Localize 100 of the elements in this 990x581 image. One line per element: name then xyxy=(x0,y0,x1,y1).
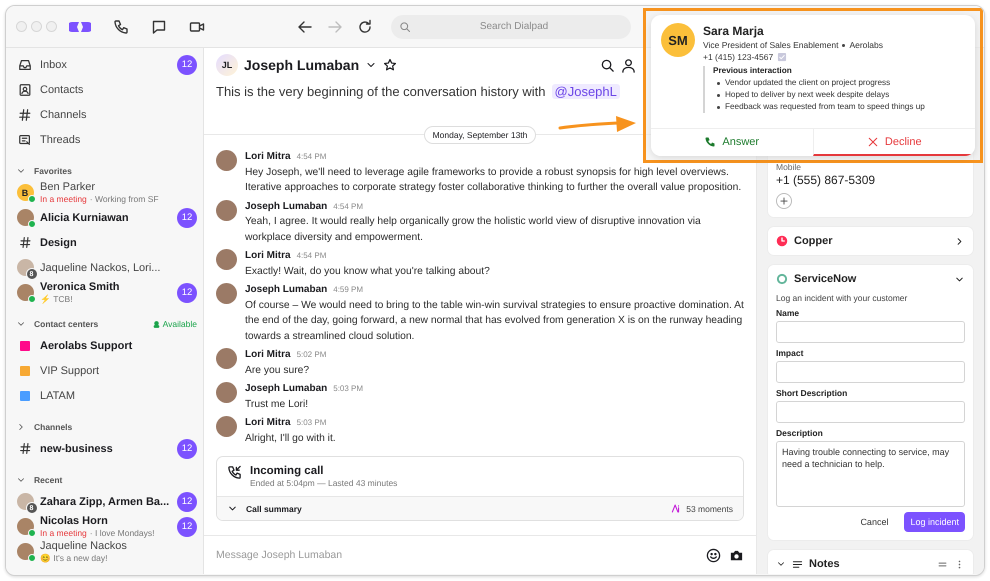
nav-item[interactable]: Inbox xyxy=(40,58,171,70)
person-icon[interactable] xyxy=(621,58,636,72)
search-field[interactable]: Search Dialpad xyxy=(391,14,631,38)
message-text: Exactly! Wait, do you know what you're talking about? xyxy=(245,264,490,278)
conversation-name[interactable]: Zahara Zipp, Armen Ba... xyxy=(40,496,171,508)
emoji-icon[interactable] xyxy=(706,548,721,562)
caller-phone: +1 (415) 123-4567 xyxy=(703,52,774,62)
log-incident-button[interactable]: Log incident xyxy=(904,512,965,532)
verified-icon xyxy=(777,52,788,62)
call-title: Incoming call xyxy=(250,465,324,477)
field-label: Mobile xyxy=(776,162,802,172)
field-label: Short Description xyxy=(776,388,848,398)
conversation-name[interactable]: LATAM xyxy=(40,390,197,402)
conversation-name[interactable]: Jaqueline Nackos, Lori... xyxy=(40,262,197,274)
field-label: Impact xyxy=(776,348,804,358)
threads-icon xyxy=(18,132,32,146)
nav-item[interactable]: Threads xyxy=(40,134,197,146)
author-name: Joseph Lumaban xyxy=(245,284,328,295)
avatar-photo xyxy=(216,249,237,270)
search-icon xyxy=(399,20,411,32)
section-header[interactable]: Recent xyxy=(34,475,197,485)
notes-icon xyxy=(792,558,803,570)
decline-button[interactable]: Decline xyxy=(812,129,975,156)
nav-item[interactable]: Channels xyxy=(40,108,197,120)
unread-count-badge: 12 xyxy=(177,208,197,228)
add-button[interactable] xyxy=(776,193,792,209)
section-header[interactable]: Favorites xyxy=(34,166,197,176)
unread-count-badge: 12 xyxy=(177,282,197,302)
conversation-name[interactable]: Veronica Smith xyxy=(40,280,171,292)
conversation-name[interactable]: Jaqueline Nackos xyxy=(40,540,197,552)
unread-count-badge: 12 xyxy=(177,438,197,458)
hash-icon xyxy=(18,236,32,249)
bullet-dot xyxy=(717,94,720,96)
contacts-icon xyxy=(18,82,32,96)
message-time: 4:54 PM xyxy=(296,251,326,260)
message-text: Hey Joseph, we'll need to leverage agile frameworks to provide a robust synopsis for high level overviews. Iterative approaches to corporate strategy foster collaborative thinking to further the overall value proposition. xyxy=(245,166,742,195)
summary-item: Hoped to deliver by next week despite delays xyxy=(725,89,890,101)
reload-icon[interactable] xyxy=(357,18,373,34)
description-field[interactable]: Having trouble connecting to service, may need a technician to help. xyxy=(776,441,965,507)
separator-dot xyxy=(842,44,846,46)
message-text: Are you sure? xyxy=(245,364,310,378)
input-field[interactable] xyxy=(776,321,965,343)
close-icon xyxy=(866,136,879,148)
contact-avatar: JL xyxy=(216,54,238,76)
author-name: Lori Mitra xyxy=(245,151,291,162)
author-name: Lori Mitra xyxy=(245,417,291,428)
message-time: 5:03 PM xyxy=(333,384,364,393)
agent-icon xyxy=(152,320,161,328)
caller-avatar: SM xyxy=(661,23,695,57)
bullet-dot xyxy=(717,82,720,84)
plus-icon xyxy=(779,196,789,206)
input-field[interactable] xyxy=(776,361,965,383)
answer-button[interactable]: Answer xyxy=(651,129,812,156)
summary-item: Feedback was requested from team to speed things up xyxy=(725,101,925,113)
conversation-name[interactable]: VIP Support xyxy=(40,364,197,376)
avatar-photo xyxy=(216,382,237,403)
presence-status: In a meeting xyxy=(40,526,87,538)
star-icon[interactable] xyxy=(383,58,398,72)
cancel-button[interactable]: Cancel xyxy=(856,513,892,531)
unread-count-badge: 12 xyxy=(177,54,197,74)
copper-logo-icon xyxy=(776,235,788,247)
section-header[interactable]: Channels xyxy=(34,422,197,432)
status-note: ⚡ TCB! xyxy=(40,292,73,304)
message-time: 4:59 PM xyxy=(333,285,364,294)
phone-icon[interactable] xyxy=(113,18,129,34)
avatar-photo xyxy=(216,200,237,220)
summary-item: Vendor updated the client on project progress xyxy=(725,77,890,89)
section-header[interactable]: Contact centers xyxy=(34,319,144,329)
message-time: 5:02 PM xyxy=(296,350,326,359)
caller-name: Sara Marja xyxy=(703,24,765,38)
back-arrow-icon[interactable] xyxy=(297,18,313,34)
call-summary-toggle[interactable]: Call summary xyxy=(246,504,664,514)
search-icon[interactable] xyxy=(600,58,615,72)
notes-title[interactable]: Notes xyxy=(809,558,931,570)
author-name: Joseph Lumaban xyxy=(245,200,328,212)
servicenow-logo-icon xyxy=(776,273,788,285)
message-time: 5:03 PM xyxy=(296,418,326,427)
field-label: Name xyxy=(776,308,800,318)
avatar-photo xyxy=(216,416,237,437)
integration-title[interactable]: Copper xyxy=(794,235,948,247)
conversation-name[interactable]: Nicolas Horn xyxy=(40,514,171,526)
conversation-name[interactable]: Ben Parker xyxy=(40,180,197,192)
hash-icon xyxy=(18,442,32,455)
status-note: · Working from SF xyxy=(90,192,159,204)
conversation-name[interactable]: new-business xyxy=(40,442,171,454)
avatar-photo xyxy=(216,348,237,369)
conversation-name[interactable]: Aerolabs Support xyxy=(40,340,197,352)
nav-item[interactable]: Contacts xyxy=(40,84,197,96)
input-field[interactable] xyxy=(776,401,965,423)
integration-title[interactable]: ServiceNow xyxy=(794,273,948,285)
mention-link[interactable]: @JosephL xyxy=(552,84,620,99)
author-name: Joseph Lumaban xyxy=(245,383,328,394)
conversation-name[interactable]: Alicia Kurniawan xyxy=(40,212,171,224)
inbox-icon xyxy=(18,58,32,72)
phone-icon xyxy=(704,136,716,148)
conversation-name[interactable]: Design xyxy=(40,236,197,248)
incoming-call-icon xyxy=(227,465,242,480)
presence-status: In a meeting xyxy=(40,192,87,204)
chat-icon[interactable] xyxy=(151,18,167,34)
message-text: Trust me Lori! xyxy=(245,398,310,412)
